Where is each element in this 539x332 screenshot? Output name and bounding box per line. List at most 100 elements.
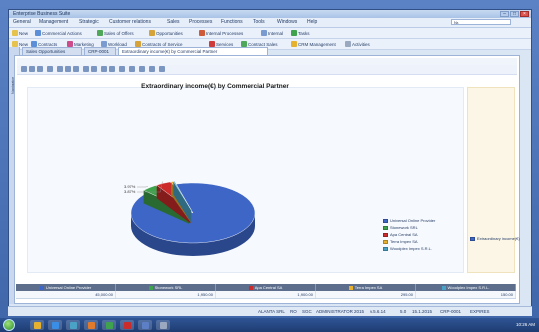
legend-swatch bbox=[383, 239, 388, 244]
save-icon[interactable] bbox=[29, 66, 35, 72]
report-header-bar bbox=[17, 58, 517, 65]
browser-icon bbox=[51, 321, 59, 329]
status-company: ALANTA SRL bbox=[258, 309, 285, 314]
chart-type-icon[interactable] bbox=[47, 66, 53, 72]
status-version: v.5.6.14 bbox=[370, 309, 386, 314]
print-icon[interactable] bbox=[21, 66, 27, 72]
process-icon bbox=[199, 30, 205, 36]
close-button[interactable]: × bbox=[520, 11, 529, 17]
media-icon bbox=[87, 321, 95, 329]
status-date: 15.1.2015 bbox=[412, 309, 433, 314]
slice-label-apa-central: 3.87% bbox=[124, 189, 136, 194]
table-row[interactable]: 45,000.00 1,950.00 1,900.00 295.00 150.0… bbox=[16, 291, 516, 299]
grid-icon[interactable] bbox=[91, 66, 97, 72]
menu-customer-relations[interactable]: Customer relations bbox=[109, 18, 151, 27]
chart-legend: Universal Online Provider Stonework SRL … bbox=[383, 217, 467, 252]
status-bar: ALANTA SRL RO SGC ADMINISTRATOR 2015 v.5… bbox=[8, 306, 532, 316]
settings-icon[interactable] bbox=[129, 66, 135, 72]
minimize-button[interactable]: – bbox=[500, 11, 509, 17]
taskbar-app-button[interactable] bbox=[48, 320, 62, 330]
data-grid: Universal Online Provider Stonework SRL … bbox=[16, 284, 516, 299]
menu-strategic[interactable]: Strategic bbox=[79, 18, 99, 27]
menu-functions[interactable]: Functions bbox=[221, 18, 243, 27]
system-clock[interactable]: 10:26 AM bbox=[516, 318, 535, 332]
legend-item: Terra Impex SA bbox=[383, 238, 467, 245]
grid-cell: 295.00 bbox=[316, 291, 416, 298]
taskbar-app-button[interactable] bbox=[30, 320, 44, 330]
export-icon[interactable] bbox=[119, 66, 125, 72]
grid-cell: 150.00 bbox=[416, 291, 516, 298]
legend-item: Stonework SRL bbox=[383, 224, 467, 231]
folder-icon bbox=[33, 321, 41, 329]
app-icon bbox=[105, 321, 113, 329]
taskbar-app-button[interactable] bbox=[120, 320, 134, 330]
doc-icon bbox=[141, 321, 149, 329]
refresh-icon[interactable] bbox=[139, 66, 145, 72]
tab-crp-0001[interactable]: CRP-0001 bbox=[84, 47, 116, 55]
toolbar-commercial-actions-button[interactable]: Commercial Actions bbox=[35, 29, 82, 37]
toolbar-internal-button[interactable]: Internal bbox=[261, 29, 283, 37]
grid-header-cell[interactable]: Terra Impex SA bbox=[316, 284, 416, 291]
slice-leader-line bbox=[137, 186, 149, 188]
mail-icon bbox=[69, 321, 77, 329]
menu-windows[interactable]: Windows bbox=[277, 18, 297, 27]
star-icon bbox=[12, 30, 18, 36]
grid-header-row: Universal Online Provider Stonework SRL … bbox=[16, 284, 516, 291]
legend-swatch bbox=[383, 246, 388, 251]
menu-tools[interactable]: Tools bbox=[253, 18, 265, 27]
palette-icon[interactable] bbox=[57, 66, 63, 72]
taskbar-app-button[interactable] bbox=[84, 320, 98, 330]
status-module: SGC bbox=[302, 309, 312, 314]
legend-icon[interactable] bbox=[83, 66, 89, 72]
help-icon[interactable] bbox=[149, 66, 155, 72]
menu-bar: General Management Strategic Customer re… bbox=[9, 18, 531, 28]
check-icon bbox=[291, 30, 297, 36]
status-document: CRP-0001 bbox=[440, 309, 462, 314]
menu-management[interactable]: Management bbox=[39, 18, 68, 27]
zoom-in-icon[interactable] bbox=[65, 66, 71, 72]
menu-processes[interactable]: Processes bbox=[189, 18, 212, 27]
rotate-icon[interactable] bbox=[101, 66, 107, 72]
zoom-out-icon[interactable] bbox=[73, 66, 79, 72]
toolbar-new-button[interactable]: New bbox=[12, 29, 28, 37]
menu-general[interactable]: General bbox=[13, 18, 31, 27]
tab-extraordinary-income-chart[interactable]: Extraordinary income(€) by Commercial Pa… bbox=[118, 47, 268, 55]
maximize-button[interactable]: □ bbox=[510, 11, 519, 17]
grid-header-cell[interactable]: Universal Online Provider bbox=[16, 284, 116, 291]
toolbar-internal-processes-button[interactable]: Internal Processes bbox=[199, 29, 243, 37]
grid-header-cell[interactable]: Woodplex Impex S.R.L. bbox=[416, 284, 516, 291]
search-input[interactable]: Nr. bbox=[451, 19, 511, 25]
status-year: 2015 bbox=[354, 309, 365, 314]
grid-color-chip bbox=[348, 285, 353, 290]
taskbar: 10:26 AM bbox=[0, 318, 539, 332]
handshake-icon bbox=[35, 30, 41, 36]
grid-cell: 1,950.00 bbox=[116, 291, 216, 298]
copy-icon[interactable] bbox=[37, 66, 43, 72]
toolbar-tasks-button[interactable]: Tasks bbox=[291, 29, 310, 37]
toolbar-opportunities-button[interactable]: Opportunities bbox=[149, 29, 183, 37]
legend-item: Apa Central SA bbox=[383, 231, 467, 238]
taskbar-app-button[interactable] bbox=[102, 320, 116, 330]
grid-header-cell[interactable]: Stonework SRL bbox=[116, 284, 216, 291]
grid-header-cell[interactable]: Apa Central SA bbox=[216, 284, 316, 291]
3d-icon[interactable] bbox=[109, 66, 115, 72]
title-bar: Enterprise Business Suite – □ × bbox=[9, 10, 531, 18]
toolbar-sales-offers-button[interactable]: Sales of Offers bbox=[97, 29, 134, 37]
status-build: 5.0 bbox=[400, 309, 407, 314]
taskbar-app-button[interactable] bbox=[138, 320, 152, 330]
grid-color-chip bbox=[441, 285, 446, 290]
toolbar-primary: New Commercial Actions Sales of Offers O… bbox=[9, 28, 531, 39]
close-chart-icon[interactable] bbox=[159, 66, 165, 72]
offer-icon bbox=[97, 30, 103, 36]
grid-color-chip bbox=[148, 285, 153, 290]
chart-toolbar bbox=[17, 65, 517, 75]
taskbar-app-button[interactable] bbox=[66, 320, 80, 330]
grid-cell: 1,900.00 bbox=[216, 291, 316, 298]
start-button[interactable] bbox=[3, 319, 15, 331]
taskbar-app-button[interactable] bbox=[156, 320, 170, 330]
menu-help[interactable]: Help bbox=[307, 18, 317, 27]
tab-sales-opportunities[interactable]: Sales Opportunities bbox=[22, 47, 82, 55]
menu-sales[interactable]: Sales bbox=[167, 18, 180, 27]
building-icon bbox=[261, 30, 267, 36]
document-tabs: Sales Opportunities CRP-0001 Extraordina… bbox=[14, 47, 520, 55]
